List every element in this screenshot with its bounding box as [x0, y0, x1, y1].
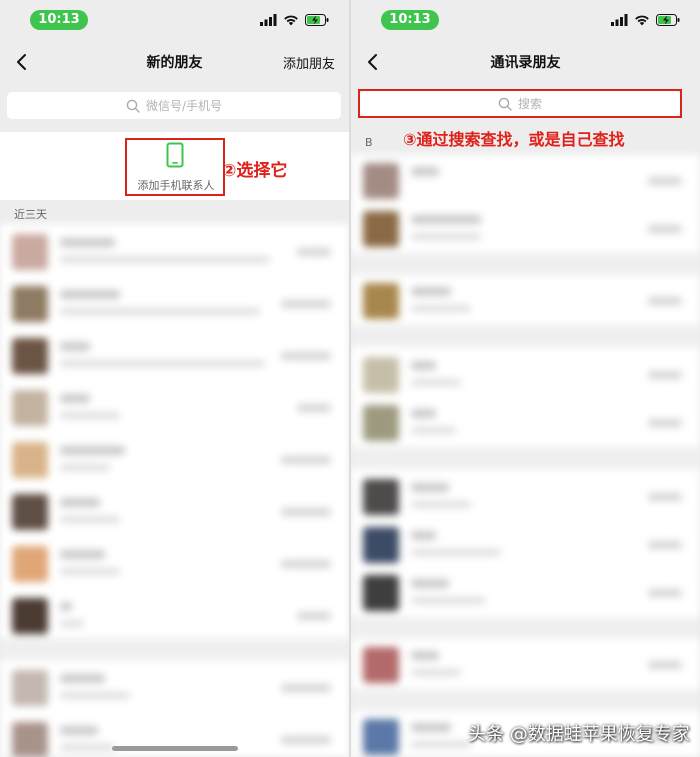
- right-phone-screen: 10:13 通讯录朋友 搜索 ③通过搜索查找，或是自己查找 B: [351, 0, 700, 757]
- contacts-list: [351, 155, 700, 757]
- list-item[interactable]: [0, 662, 349, 712]
- watermark-text: 头条 @数据蛙苹果恢复专家: [468, 724, 690, 745]
- list-item[interactable]: [351, 471, 700, 521]
- wifi-icon: [284, 15, 298, 26]
- friend-request-list: [0, 224, 349, 757]
- list-item[interactable]: [351, 349, 700, 399]
- list-item[interactable]: [0, 382, 349, 432]
- list-item[interactable]: [0, 538, 349, 588]
- status-icons: [260, 13, 329, 27]
- list-item[interactable]: [0, 590, 349, 640]
- section-divider: [351, 617, 700, 639]
- section-divider: [351, 689, 700, 711]
- page-title: 通讯录朋友: [490, 55, 561, 71]
- search-input[interactable]: 微信号/手机号: [7, 92, 341, 119]
- list-item[interactable]: [351, 639, 700, 689]
- signal-icon: [611, 14, 628, 26]
- section-divider: [351, 253, 700, 275]
- status-bar: 10:13: [351, 0, 700, 40]
- home-indicator: [112, 746, 238, 751]
- wifi-icon: [635, 15, 649, 26]
- section-recent-three-days: 近三天: [14, 208, 47, 221]
- list-item[interactable]: [351, 567, 700, 617]
- list-item[interactable]: [351, 203, 700, 253]
- list-item[interactable]: [0, 434, 349, 484]
- status-time: 10:13: [381, 10, 439, 30]
- left-phone-screen: 10:13 新的朋友 添加朋友 微信号/手机号 添加手机联系人 ②选择它 近三天: [0, 0, 349, 757]
- list-item[interactable]: [351, 397, 700, 447]
- search-placeholder: 微信号/手机号: [145, 99, 223, 113]
- search-icon: [126, 99, 140, 113]
- battery-charging-icon: [305, 14, 329, 26]
- annotation-step-2: ②选择它: [222, 161, 288, 181]
- battery-charging-icon: [656, 14, 680, 26]
- section-divider: [351, 447, 700, 469]
- list-item[interactable]: [351, 275, 700, 325]
- status-icons: [611, 13, 680, 27]
- status-time: 10:13: [30, 10, 88, 30]
- list-item[interactable]: [0, 330, 349, 380]
- status-bar: 10:13: [0, 0, 349, 40]
- list-item[interactable]: [351, 155, 700, 205]
- nav-bar: 新的朋友 添加朋友: [0, 40, 349, 84]
- list-item[interactable]: [0, 226, 349, 276]
- list-item[interactable]: [0, 486, 349, 536]
- nav-bar: 通讯录朋友: [351, 40, 700, 84]
- list-item[interactable]: [351, 519, 700, 569]
- add-friend-button[interactable]: 添加朋友: [283, 53, 335, 72]
- signal-icon: [260, 14, 277, 26]
- index-letter-b: B: [365, 136, 373, 149]
- section-divider: [0, 638, 349, 660]
- highlight-box-add-contact: [125, 138, 225, 196]
- list-item[interactable]: [0, 278, 349, 328]
- annotation-step-3: ③通过搜索查找，或是自己查找: [403, 130, 625, 149]
- highlight-box-search: [358, 89, 682, 118]
- section-divider: [351, 325, 700, 347]
